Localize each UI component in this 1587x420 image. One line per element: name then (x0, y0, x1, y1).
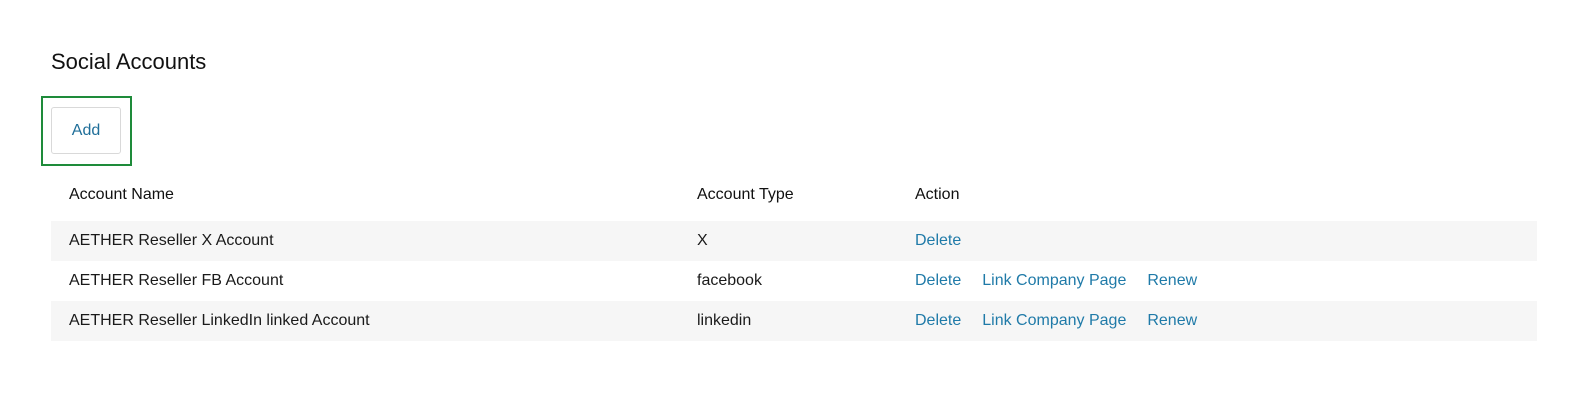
table-row: AETHER Reseller FB Account facebook Dele… (51, 261, 1537, 301)
social-accounts-page: Social Accounts Add Account Name Account… (0, 0, 1587, 420)
delete-link[interactable]: Delete (915, 232, 961, 250)
table-row: AETHER Reseller X Account X Delete (51, 221, 1537, 261)
page-title: Social Accounts (51, 49, 207, 74)
add-button[interactable]: Add (51, 107, 121, 154)
header-account-type: Account Type (697, 185, 794, 203)
action-cell: Delete Link Company Page Renew (915, 301, 1218, 341)
account-name-cell: AETHER Reseller X Account (69, 232, 274, 249)
account-name-cell: AETHER Reseller LinkedIn linked Account (69, 312, 370, 329)
account-type-cell: linkedin (697, 312, 752, 329)
account-name-cell: AETHER Reseller FB Account (69, 272, 284, 289)
link-company-page-link[interactable]: Link Company Page (982, 272, 1126, 290)
social-accounts-table: Account Name Account Type Action AETHER … (51, 176, 1537, 341)
renew-link[interactable]: Renew (1147, 312, 1197, 330)
account-type-cell: facebook (697, 272, 762, 289)
renew-link[interactable]: Renew (1147, 272, 1197, 290)
account-type-cell: X (697, 232, 708, 249)
action-cell: Delete Link Company Page Renew (915, 261, 1218, 301)
action-cell: Delete (915, 221, 982, 261)
table-header-row: Account Name Account Type Action (51, 176, 1537, 213)
link-company-page-link[interactable]: Link Company Page (982, 312, 1126, 330)
table-row: AETHER Reseller LinkedIn linked Account … (51, 301, 1537, 341)
header-action: Action (915, 185, 960, 203)
header-account-name: Account Name (69, 185, 174, 203)
delete-link[interactable]: Delete (915, 312, 961, 330)
delete-link[interactable]: Delete (915, 272, 961, 290)
